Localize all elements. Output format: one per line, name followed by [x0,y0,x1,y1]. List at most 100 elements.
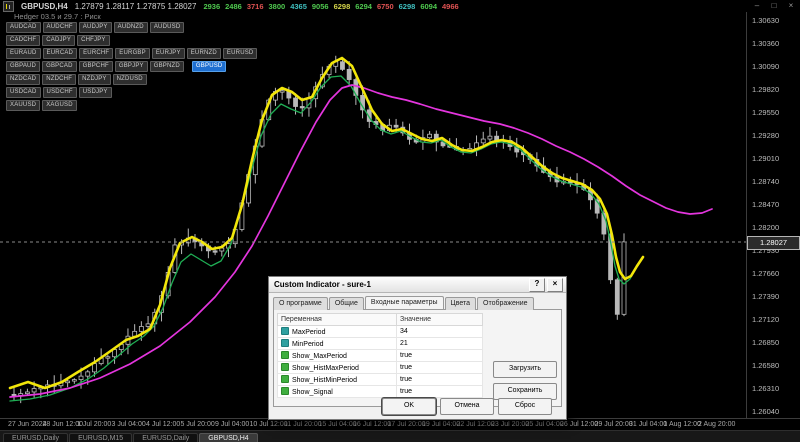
param-value-cell[interactable]: 34 [397,326,483,338]
price-tick: 1.30360 [752,39,779,48]
dialog-tab[interactable]: Отображение [477,297,534,310]
ok-button[interactable]: OK [382,398,436,415]
symbol-button-eurjpy[interactable]: EURJPY [152,48,185,59]
symbol-button-usdjpy[interactable]: USDJPY [79,87,112,98]
inputs-tab-panel: ПеременнаяЗначениеMaxPeriod34MinPeriod21… [273,309,562,407]
symbol-button-gbpcad[interactable]: GBPCAD [42,61,77,72]
time-label: 10 Jul 12:00 [250,421,288,428]
chart-tab-eurusd-m15[interactable]: EURUSD,M15 [69,433,132,442]
dialog-tab[interactable]: Общие [329,297,364,310]
symbol-button-audusd[interactable]: AUDUSD [150,22,185,33]
symbol-button-gbpchf[interactable]: GBPCHF [79,61,113,72]
param-value-cell[interactable]: true [397,386,483,398]
time-label: 1 Jul 20:00 [77,421,111,428]
symbol-button-gbpjpy[interactable]: GBPJPY [115,61,148,72]
symbol-button-nzdusd[interactable]: NZDUSD [113,74,147,85]
symbol-button-chfjpy[interactable]: CHFJPY [77,35,110,46]
reset-button[interactable]: Сброс [498,398,552,415]
symbol-button-nzdchf[interactable]: NZDCHF [42,74,76,85]
symbol-button-eurchf[interactable]: EURCHF [79,48,113,59]
param-value-cell[interactable]: true [397,350,483,362]
symbol-button-audnzd[interactable]: AUDNZD [114,22,148,33]
param-name-cell: Show_MaxPeriod [278,350,397,362]
dialog-tab[interactable]: Цвета [445,297,477,310]
param-value-cell[interactable]: true [397,362,483,374]
dialog-tab[interactable]: Входные параметры [365,296,444,309]
ea-value: 6750 [377,2,394,11]
param-name-cell: MaxPeriod [278,326,397,338]
symbol-button-nzdcad[interactable]: NZDCAD [6,74,40,85]
param-name-cell: MinPeriod [278,338,397,350]
symbol-button-eurusd[interactable]: EURUSD [223,48,258,59]
time-label: 25 Jul 04:00 [526,421,564,428]
chart-tab-eurusd-daily[interactable]: EURUSD,Daily [133,433,198,442]
ea-value: 4365 [290,2,307,11]
param-value-cell[interactable]: 21 [397,338,483,350]
help-icon[interactable]: ? [529,278,545,292]
table-row[interactable]: Show_Signaltrue [278,386,483,398]
ea-value: 4966 [442,2,459,11]
table-row[interactable]: MinPeriod21 [278,338,483,350]
symbol-button-nzdjpy[interactable]: NZDJPY [78,74,111,85]
symbol-button-xauusd[interactable]: XAUUSD [6,100,40,111]
time-label: 23 Jul 20:00 [491,421,529,428]
param-name-cell: Show_HistMinPeriod [278,374,397,386]
dialog-tab[interactable]: О программе [273,297,328,310]
time-label: 29 Jul 20:00 [595,421,633,428]
close-icon[interactable]: × [547,278,563,292]
symbol-button-euraud[interactable]: EURAUD [6,48,41,59]
ea-value: 6298 [399,2,416,11]
dialog-title-bar[interactable]: Custom Indicator - sure-1 ? × [269,277,566,293]
symbol-button-audchf[interactable]: AUDCHF [43,22,77,33]
ea-value: 3800 [269,2,286,11]
bool-param-icon [281,363,289,371]
time-label: 31 Jul 04:00 [629,421,667,428]
dialog-tab-strip: О программеОбщиеВходные параметрыЦветаОт… [269,293,566,309]
restore-icon[interactable]: □ [769,1,779,10]
dialog-bottom-buttons: OKОтменаСброс [382,398,552,415]
time-label: 27 Jun 2024 [8,421,47,428]
time-label: 11 Jul 20:00 [284,421,322,428]
time-label: 19 Jul 04:00 [422,421,460,428]
time-label: 5 Jul 20:00 [181,421,215,428]
symbol-button-gbpusd[interactable]: GBPUSD [192,61,227,72]
price-axis[interactable]: 1.306301.303601.300901.298201.295501.292… [746,12,800,418]
param-name-cell: Show_HistMaxPeriod [278,362,397,374]
load-button[interactable]: Загрузить [493,361,557,378]
symbol-button-cadchf[interactable]: CADCHF [6,35,40,46]
chart-tab-eurusd-daily[interactable]: EURUSD,Daily [3,433,68,442]
minimize-icon[interactable]: – [752,1,762,10]
table-row[interactable]: Show_HistMaxPeriodtrue [278,362,483,374]
numeric-param-icon [281,327,289,335]
chart-title-bar: GBPUSD,H4 1.27879 1.28117 1.27875 1.2802… [0,0,770,12]
symbol-button-audcad[interactable]: AUDCAD [6,22,41,33]
cancel-button[interactable]: Отмена [440,398,494,415]
price-tick: 1.30630 [752,16,779,25]
symbol-button-eurgbp[interactable]: EURGBP [115,48,150,59]
symbol-button-xagusd[interactable]: XAGUSD [42,100,77,111]
param-value-cell[interactable]: true [397,374,483,386]
time-label: 9 Jul 04:00 [215,421,249,428]
symbol-button-eurnzd[interactable]: EURNZD [187,48,221,59]
table-row[interactable]: MaxPeriod34 [278,326,483,338]
price-tick: 1.29280 [752,131,779,140]
close-window-icon[interactable]: × [786,1,796,10]
symbol-button-gbpnzd[interactable]: GBPNZD [150,61,184,72]
param-name-cell: Show_Signal [278,386,397,398]
symbol-button-eurcad[interactable]: EURCAD [43,48,78,59]
price-tick: 1.29010 [752,154,779,163]
time-label: 1 Aug 12:00 [664,421,701,428]
ea-value: 3716 [247,2,264,11]
symbol-button-usdchf[interactable]: USDCHF [43,87,77,98]
symbol-button-usdcad[interactable]: USDCAD [6,87,41,98]
symbol-button-audjpy[interactable]: AUDJPY [79,22,112,33]
symbol-button-gbpaud[interactable]: GBPAUD [6,61,40,72]
time-label: 3 Jul 04:00 [112,421,146,428]
chart-tab-gbpusd-h4[interactable]: GBPUSD,H4 [199,433,257,442]
price-tick: 1.26040 [752,407,779,416]
ea-value: 6294 [355,2,372,11]
time-label: 15 Jul 04:00 [319,421,357,428]
table-row[interactable]: Show_HistMinPeriodtrue [278,374,483,386]
symbol-button-cadjpy[interactable]: CADJPY [42,35,75,46]
table-row[interactable]: Show_MaxPeriodtrue [278,350,483,362]
